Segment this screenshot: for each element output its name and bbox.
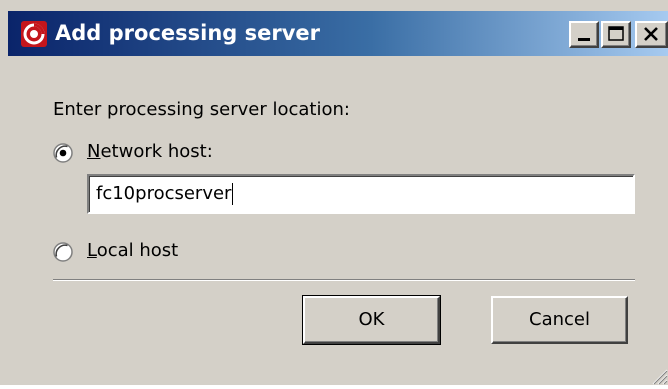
local-host-label[interactable]: Local host	[87, 240, 178, 261]
minimize-icon	[578, 38, 590, 41]
separator-line	[53, 279, 635, 281]
window-title: Add processing server	[55, 21, 321, 45]
title-bar[interactable]: Add processing server	[8, 11, 668, 56]
location-prompt: Enter processing server location:	[53, 99, 350, 120]
network-host-label[interactable]: Network host:	[87, 141, 213, 162]
maximize-button[interactable]	[601, 21, 631, 48]
close-icon	[644, 27, 658, 41]
resize-grip-icon[interactable]	[646, 363, 668, 385]
network-host-input[interactable]: fc10procserver	[87, 174, 635, 214]
dialog-window: Add processing server Enter processing s…	[0, 0, 668, 385]
maximize-icon	[608, 26, 624, 41]
minimize-button[interactable]	[569, 21, 599, 48]
network-host-value: fc10procserver	[96, 183, 232, 204]
text-caret	[232, 183, 234, 205]
close-button[interactable]	[635, 21, 668, 48]
network-host-radio[interactable]	[53, 143, 73, 163]
ok-button[interactable]: OK	[302, 295, 441, 345]
cancel-button[interactable]: Cancel	[491, 296, 628, 344]
app-logo-icon	[21, 21, 47, 47]
local-host-radio[interactable]	[53, 242, 73, 262]
